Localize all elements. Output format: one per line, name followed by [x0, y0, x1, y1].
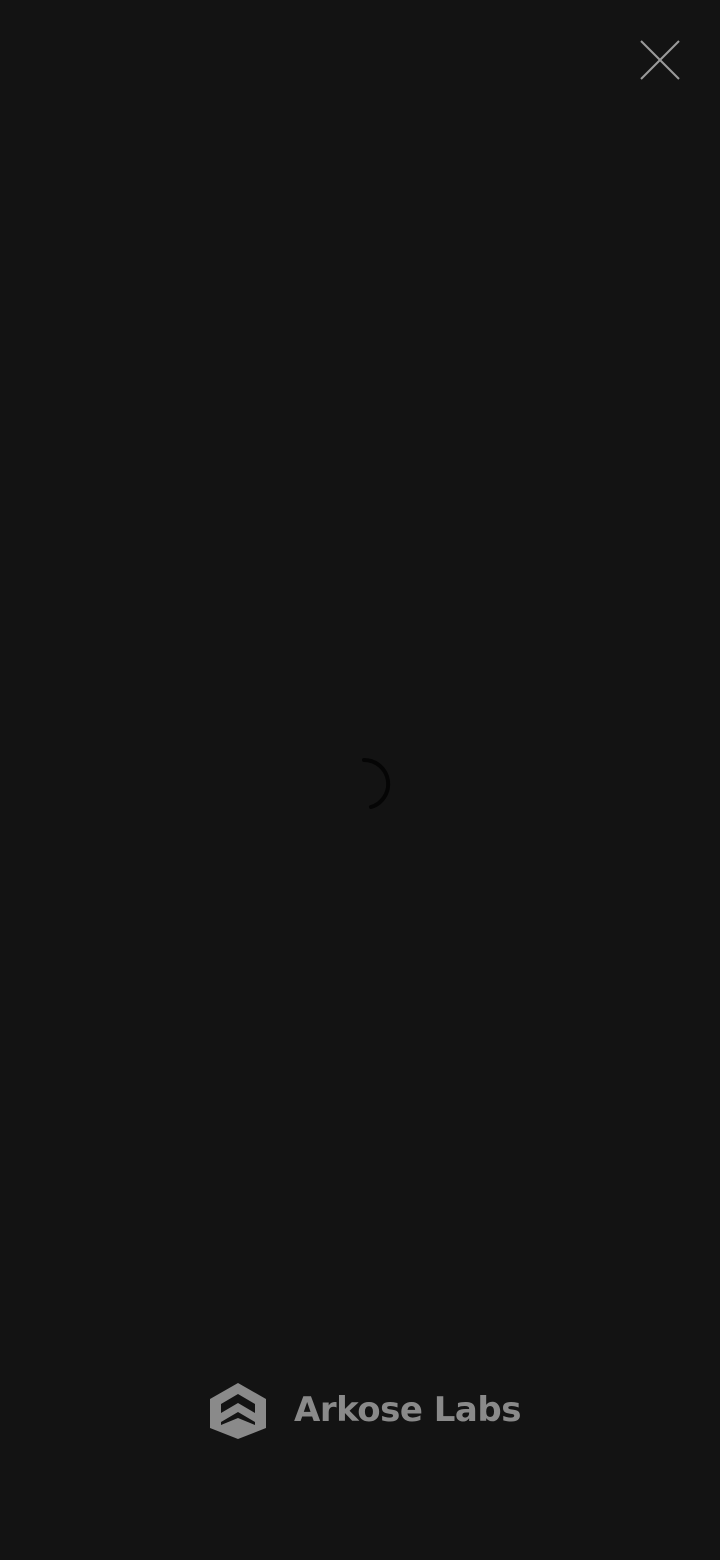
- loading-spinner-icon: [362, 757, 391, 809]
- brand-name: Arkose Labs: [294, 1390, 521, 1430]
- brand-footer: Arkose Labs: [208, 1380, 521, 1440]
- arkose-labs-logo-icon: [210, 1383, 266, 1439]
- close-icon: [640, 40, 680, 80]
- challenge-loading-screen: Arkose Labs: [0, 0, 720, 1560]
- close-button[interactable]: [630, 30, 690, 90]
